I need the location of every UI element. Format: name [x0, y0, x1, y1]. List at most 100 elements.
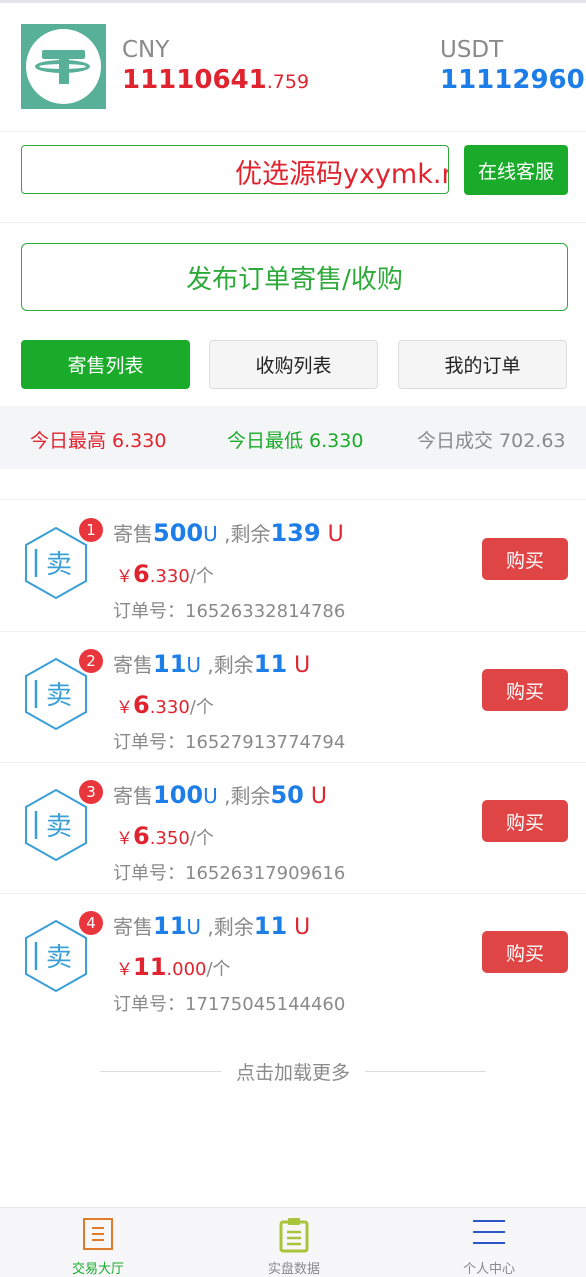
usdt-label: USDT: [440, 37, 504, 63]
cny-balance: 11110641.759: [122, 65, 309, 95]
order-amount-line: 寄售500U ,剩余139 U: [113, 518, 344, 547]
sell-amount-unit: U: [186, 915, 202, 939]
price-per-unit: /个: [206, 959, 231, 980]
sell-amount: 11: [153, 912, 187, 940]
order-row: 卖 4 寄售11U ,剩余11 U ￥11.000/个 订单号：17175045…: [0, 893, 586, 1024]
today-volume: 今日成交 702.63: [417, 430, 566, 452]
cny-balance-integer: 11110641: [122, 65, 267, 95]
buy-button[interactable]: 购买: [482, 800, 568, 842]
nav-market-data[interactable]: 实盘数据: [196, 1208, 392, 1277]
sell-icon-char: 卖: [46, 812, 72, 842]
clipboard-icon: [279, 1218, 309, 1253]
cny-balance-decimal: .759: [266, 71, 310, 93]
order-index-badge: 4: [79, 911, 103, 935]
order-price: ￥6.330/个: [116, 560, 214, 588]
remain-label: ,剩余: [201, 915, 254, 939]
yen-symbol: ￥: [116, 829, 133, 849]
price-decimal: .350: [149, 828, 190, 849]
notice-text: 优选源码yxymk.net: [235, 159, 448, 190]
balance-header: CNY 11110641.759 USDT 11112960个: [0, 3, 586, 132]
tab-sell-list[interactable]: 寄售列表: [21, 340, 190, 389]
remain-amount: 11: [253, 912, 288, 940]
remain-label: ,剩余: [217, 522, 271, 546]
divider: [0, 222, 586, 223]
order-amount-line: 寄售11U ,剩余11 U: [113, 911, 310, 940]
tab-buy-list[interactable]: 收购列表: [209, 340, 378, 389]
cny-label: CNY: [122, 37, 170, 63]
price-per-unit: /个: [189, 828, 214, 849]
market-stats-bar: 今日最高 6.330 今日最低 6.330 今日成交 702.63: [0, 406, 586, 469]
online-service-button[interactable]: 在线客服: [464, 145, 568, 195]
order-amount-line: 寄售100U ,剩余50 U: [113, 780, 327, 809]
notice-marquee: 优选源码yxymk.net: [21, 145, 449, 194]
load-more[interactable]: 点击加载更多: [100, 1058, 486, 1086]
remain-amount: 139: [270, 519, 321, 547]
publish-order-button[interactable]: 发布订单寄售/收购: [21, 243, 568, 311]
sell-label: 寄售: [113, 784, 153, 808]
nav-trading-hall-label: 交易大厅: [71, 1262, 124, 1277]
price-decimal: .330: [149, 697, 190, 718]
usdt-balance-integer: 11112960: [440, 65, 585, 95]
remain-amount: 11: [253, 650, 288, 678]
price-integer: 6: [133, 691, 150, 719]
remain-unit: U: [287, 653, 311, 678]
order-row: 卖 3 寄售100U ,剩余50 U ￥6.350/个 订单号：16526317…: [0, 762, 586, 894]
nav-personal-center[interactable]: 个人中心: [392, 1208, 586, 1277]
sell-hexagon-icon: 卖: [25, 657, 87, 731]
nav-personal-center-label: 个人中心: [462, 1262, 515, 1277]
today-high: 今日最高 6.330: [30, 430, 167, 452]
tab-my-orders[interactable]: 我的订单: [398, 340, 567, 389]
sell-amount: 100: [153, 781, 204, 809]
sell-icon-char: 卖: [46, 681, 72, 711]
price-decimal: .330: [149, 566, 190, 587]
usdt-balance: 11112960个: [440, 65, 586, 95]
sell-label: 寄售: [113, 522, 153, 546]
sell-amount-unit: U: [186, 653, 202, 677]
price-integer: 11: [133, 953, 167, 981]
price-integer: 6: [133, 560, 150, 588]
menu-icon: [473, 1220, 505, 1244]
sell-label: 寄售: [113, 915, 153, 939]
remain-unit: U: [320, 522, 344, 547]
sell-amount: 11: [153, 650, 187, 678]
yen-symbol: ￥: [116, 960, 133, 980]
price-per-unit: /个: [189, 697, 214, 718]
sell-icon-char: 卖: [46, 550, 72, 580]
divider: [365, 1071, 486, 1072]
order-amount-line: 寄售11U ,剩余11 U: [113, 649, 310, 678]
order-number: 订单号：16526332814786: [113, 601, 346, 622]
sell-amount-unit: U: [203, 522, 218, 546]
remain-unit: U: [287, 915, 311, 940]
order-price: ￥6.330/个: [116, 691, 214, 719]
order-number: 订单号：16527913774794: [113, 732, 346, 753]
yen-symbol: ￥: [116, 567, 133, 587]
price-integer: 6: [133, 822, 150, 850]
buy-button[interactable]: 购买: [482, 538, 568, 580]
tether-logo-icon: [21, 24, 106, 109]
buy-button[interactable]: 购买: [482, 931, 568, 973]
order-row: 卖 1 寄售500U ,剩余139 U ￥6.330/个 订单号：1652633…: [0, 500, 586, 632]
sell-label: 寄售: [113, 653, 153, 677]
sell-icon-char: 卖: [46, 943, 72, 973]
yen-symbol: ￥: [116, 698, 133, 718]
today-low: 今日最低 6.330: [227, 430, 364, 452]
order-index-badge: 3: [79, 780, 103, 804]
bottom-nav: 交易大厅 实盘数据 个人中心: [0, 1207, 586, 1277]
remain-unit: U: [303, 784, 327, 809]
sell-hexagon-icon: 卖: [25, 919, 87, 993]
remain-label: ,剩余: [201, 653, 254, 677]
price-decimal: .000: [166, 959, 207, 980]
order-price: ￥11.000/个: [116, 953, 231, 981]
nav-trading-hall[interactable]: 交易大厅: [0, 1208, 196, 1277]
order-price: ￥6.350/个: [116, 822, 214, 850]
order-index-badge: 2: [79, 649, 103, 673]
sell-hexagon-icon: 卖: [25, 526, 87, 600]
document-list-icon: [83, 1218, 113, 1250]
sell-amount: 500: [153, 519, 204, 547]
order-number: 订单号：16526317909616: [113, 863, 346, 884]
remain-amount: 50: [270, 781, 304, 809]
sell-hexagon-icon: 卖: [25, 788, 87, 862]
buy-button[interactable]: 购买: [482, 669, 568, 711]
price-per-unit: /个: [189, 566, 214, 587]
nav-market-data-label: 实盘数据: [267, 1262, 320, 1277]
